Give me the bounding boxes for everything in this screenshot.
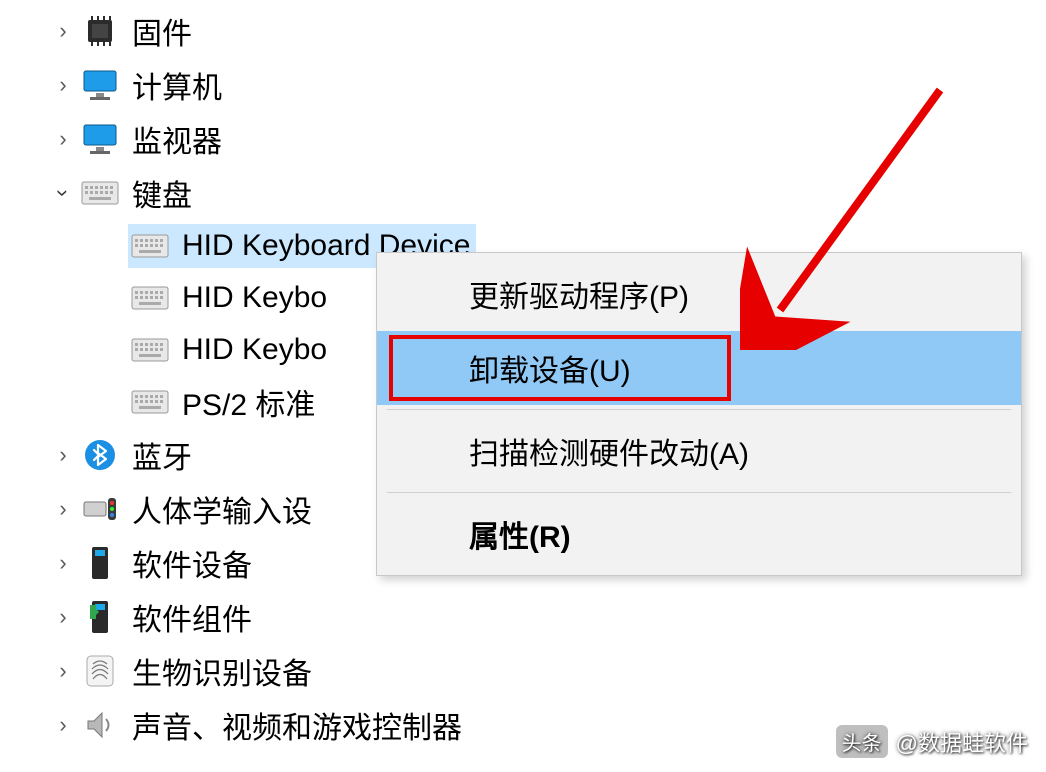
fingerprint-icon xyxy=(78,651,122,691)
tree-item-label: 计算机 xyxy=(132,63,222,107)
tree-item-label: 生物识别设备 xyxy=(132,649,312,693)
tree-item-firmware[interactable]: › 固件 xyxy=(48,4,1046,58)
tree-item-biometric[interactable]: › 生物识别设备 xyxy=(48,644,1046,698)
chevron-right-icon[interactable]: › xyxy=(48,496,78,522)
keyboard-icon xyxy=(128,278,172,318)
watermark-badge: 头条 xyxy=(836,725,888,758)
tree-item-label: 软件设备 xyxy=(132,541,252,585)
tree-item-computer[interactable]: › 计算机 xyxy=(48,58,1046,112)
monitor-icon xyxy=(78,65,122,105)
keyboard-icon xyxy=(128,330,172,370)
chevron-right-icon[interactable]: › xyxy=(48,604,78,630)
menu-item-scan-hardware[interactable]: 扫描检测硬件改动(A) xyxy=(377,414,1021,488)
tree-item-label: 声音、视频和游戏控制器 xyxy=(132,703,462,747)
software-device-icon xyxy=(78,543,122,583)
chevron-right-icon[interactable]: › xyxy=(48,550,78,576)
menu-item-label: 卸载设备(U) xyxy=(469,346,631,390)
speaker-icon xyxy=(78,705,122,745)
tree-item-label: 键盘 xyxy=(132,171,192,215)
menu-separator xyxy=(387,409,1011,410)
chevron-right-icon[interactable]: › xyxy=(48,712,78,738)
keyboard-icon xyxy=(78,173,122,213)
chevron-right-icon[interactable]: › xyxy=(48,658,78,684)
menu-item-properties[interactable]: 属性(R) xyxy=(377,497,1021,571)
tree-item-label: HID Keybo xyxy=(182,333,327,367)
keyboard-icon xyxy=(128,226,172,266)
tree-item-label: 人体学输入设 xyxy=(132,487,312,531)
tree-item-label: PS/2 标准 xyxy=(182,380,315,424)
software-component-icon xyxy=(78,597,122,637)
tree-item-label: 蓝牙 xyxy=(132,433,192,477)
chevron-right-icon[interactable]: › xyxy=(48,18,78,44)
hid-icon xyxy=(78,489,122,529)
watermark: 头条 @数据蛙软件 xyxy=(836,725,1028,758)
chevron-right-icon[interactable]: › xyxy=(48,72,78,98)
chevron-right-icon[interactable]: › xyxy=(48,126,78,152)
keyboard-icon xyxy=(128,382,172,422)
chevron-down-icon[interactable]: › xyxy=(50,178,76,208)
tree-item-label: HID Keybo xyxy=(182,281,327,315)
tree-item-software-component[interactable]: › 软件组件 xyxy=(48,590,1046,644)
menu-item-uninstall-device[interactable]: 卸载设备(U) xyxy=(377,331,1021,405)
monitor-icon xyxy=(78,119,122,159)
menu-item-label: 属性(R) xyxy=(469,512,571,556)
menu-separator xyxy=(387,492,1011,493)
tree-item-label: 软件组件 xyxy=(132,595,252,639)
bluetooth-icon xyxy=(78,435,122,475)
menu-item-label: 更新驱动程序(P) xyxy=(469,272,689,316)
chevron-right-icon[interactable]: › xyxy=(48,442,78,468)
tree-item-monitor[interactable]: › 监视器 xyxy=(48,112,1046,166)
firmware-icon xyxy=(78,11,122,51)
menu-item-update-driver[interactable]: 更新驱动程序(P) xyxy=(377,257,1021,331)
tree-item-label: 监视器 xyxy=(132,117,222,161)
context-menu: 更新驱动程序(P) 卸载设备(U) 扫描检测硬件改动(A) 属性(R) xyxy=(376,252,1022,576)
watermark-text: @数据蛙软件 xyxy=(896,726,1028,758)
menu-item-label: 扫描检测硬件改动(A) xyxy=(469,429,749,473)
tree-item-label: 固件 xyxy=(132,9,192,53)
tree-item-keyboard[interactable]: › 键盘 xyxy=(48,166,1046,220)
